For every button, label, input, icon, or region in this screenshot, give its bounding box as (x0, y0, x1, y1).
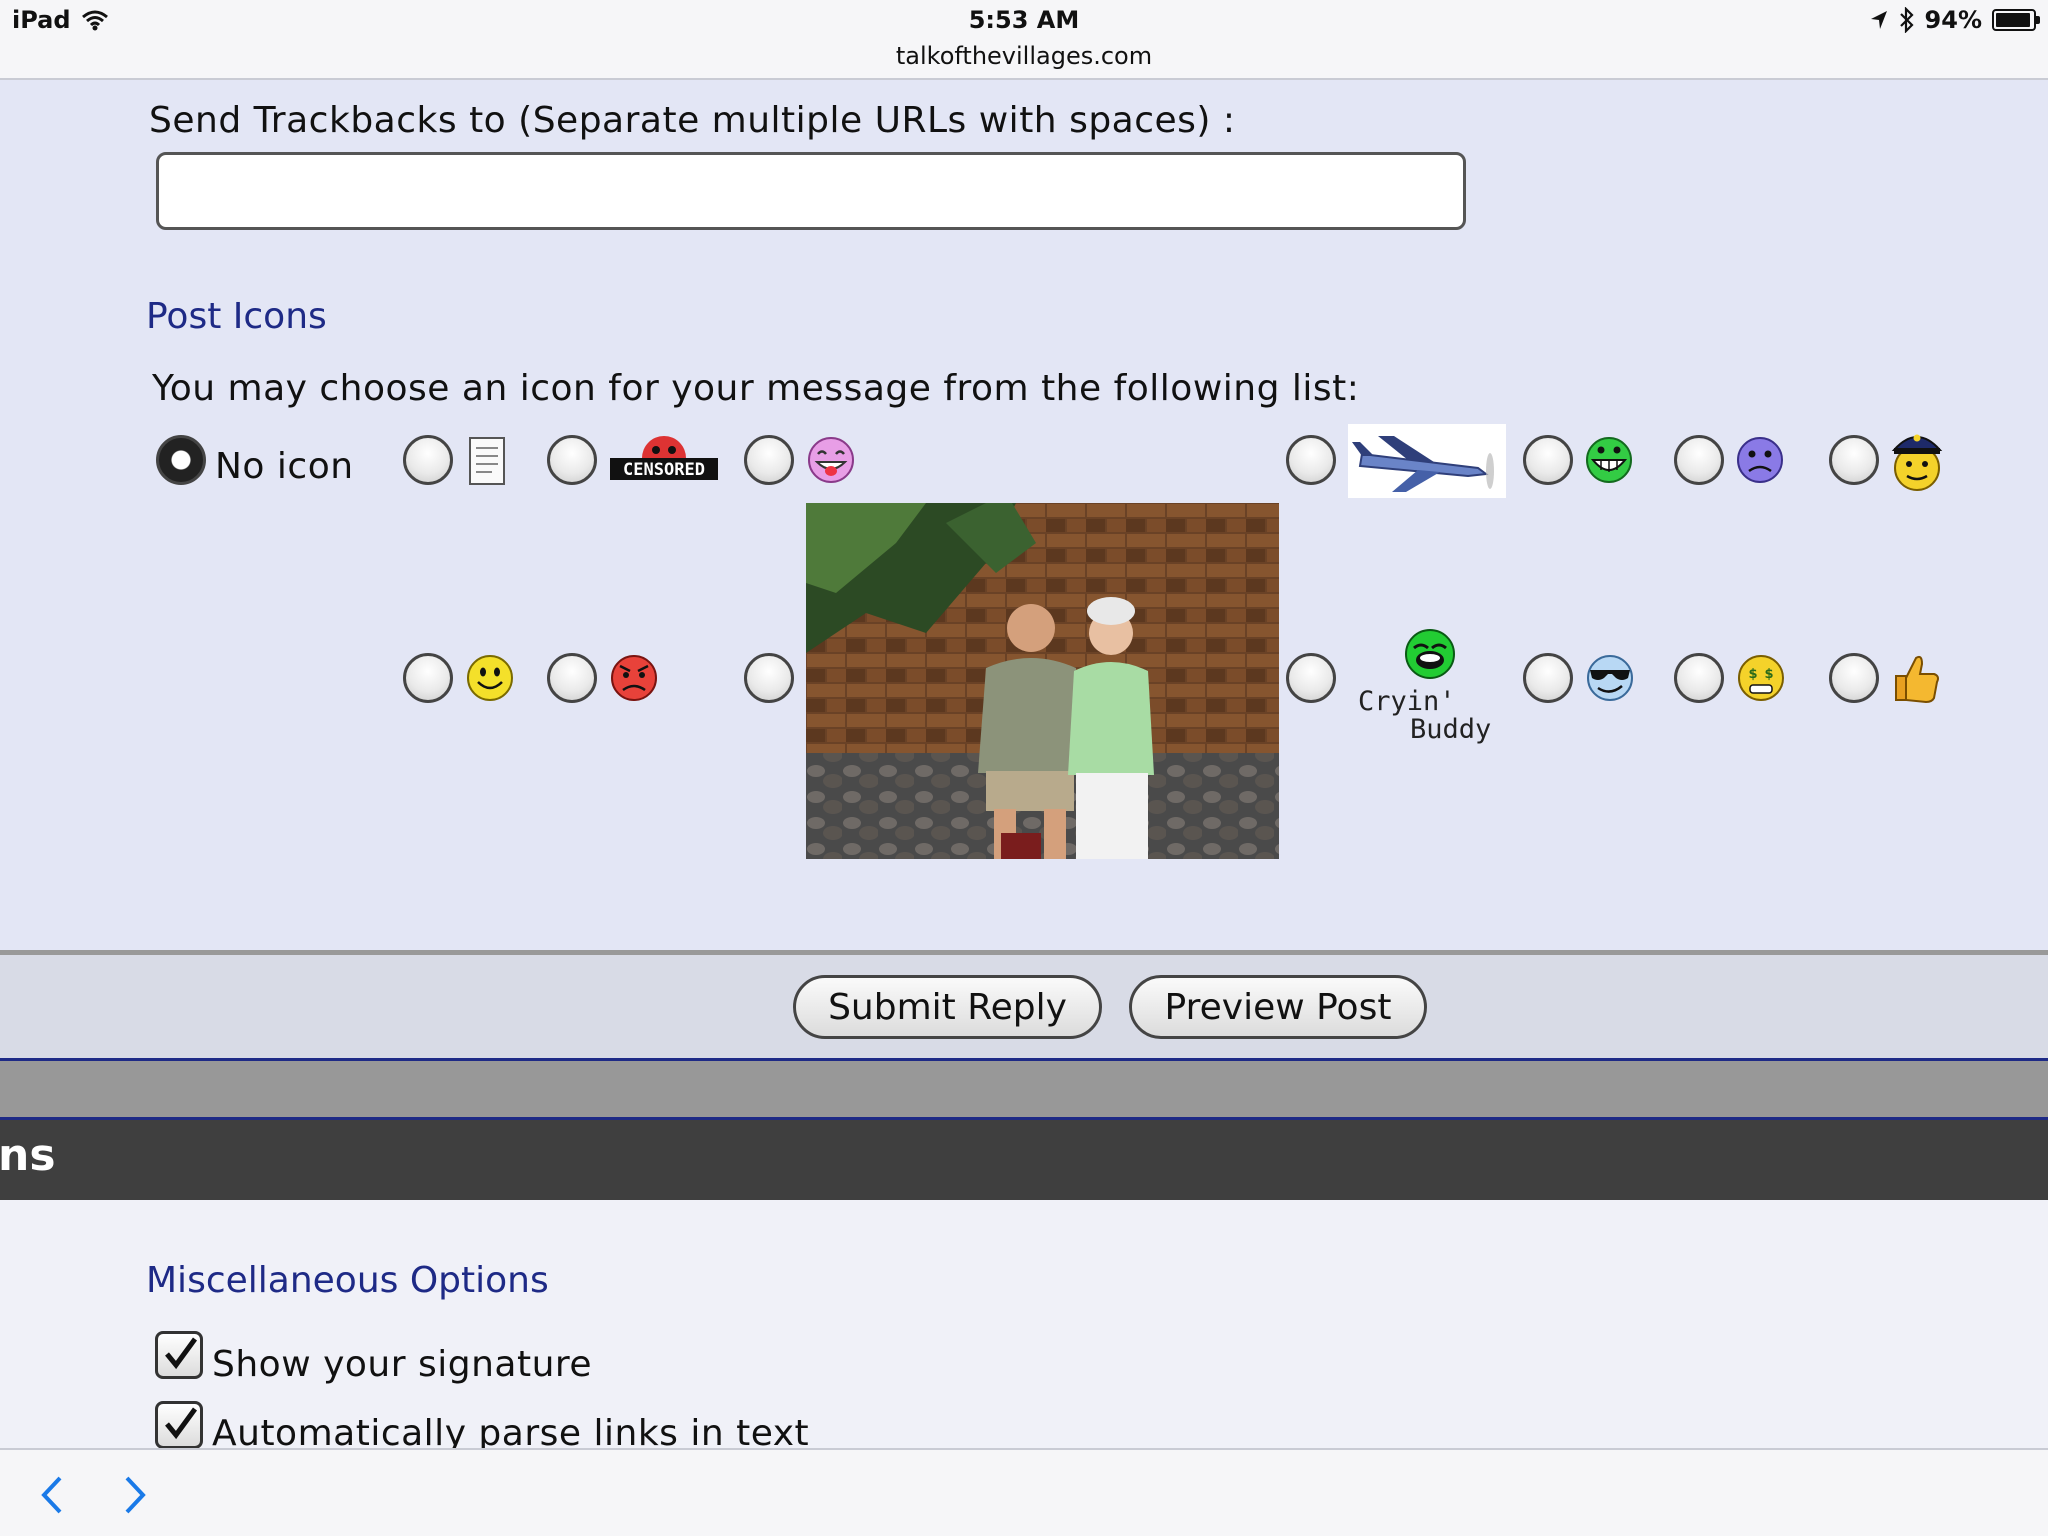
radio-cool[interactable] (1523, 653, 1573, 703)
battery-percent: 94% (1924, 6, 1982, 34)
buddy-text: Buddy (1410, 714, 1492, 745)
section-header: ns (0, 1120, 2048, 1200)
cool-sunglasses-icon (1587, 655, 1633, 701)
money-eyes-icon: $ $ (1738, 655, 1784, 701)
sad-purple-smiley-icon (1737, 437, 1783, 483)
section-header-text: ns (0, 1130, 56, 1181)
tongue-smiley-icon (808, 437, 854, 483)
radio-sad-purple[interactable] (1674, 435, 1724, 485)
airplane-icon (1348, 424, 1506, 498)
censored-icon: CENSORED (610, 436, 718, 480)
thumbs-up-icon (1895, 655, 1939, 704)
browser-toolbar (0, 1448, 2048, 1536)
cryin-buddy-icon: Cryin' Buddy (1354, 624, 1504, 754)
battery-fill (1996, 13, 2030, 27)
radio-grin[interactable] (1523, 435, 1573, 485)
radio-police[interactable] (1829, 435, 1879, 485)
radio-tongue[interactable] (744, 435, 794, 485)
status-right: 94% (1869, 6, 2040, 34)
radio-angry[interactable] (547, 653, 597, 703)
svg-text:$: $ (1748, 667, 1757, 682)
svg-text:$: $ (1764, 667, 1773, 682)
misc-options-title: Miscellaneous Options (146, 1260, 549, 1301)
smile-icon (467, 655, 513, 701)
show-signature-label: Show your signature (212, 1344, 593, 1385)
location-arrow-icon (1870, 11, 1887, 29)
post-icons-instruction: You may choose an icon for your message … (152, 368, 1360, 409)
page-url[interactable]: talkofthevillages.com (0, 42, 2048, 70)
checkbox-show-signature[interactable] (155, 1331, 203, 1379)
police-smiley-icon (1891, 434, 1943, 491)
trackbacks-input[interactable] (156, 152, 1466, 230)
status-bar: iPad 5:53 AM talkofthevillages.com 94% (0, 0, 2048, 80)
checkmark-icon (165, 1407, 198, 1440)
censored-text: CENSORED (623, 460, 705, 480)
forward-arrow-icon[interactable] (115, 1470, 155, 1520)
radio-photo[interactable] (744, 653, 794, 703)
gray-band (0, 1061, 2048, 1117)
grin-smiley-icon (1586, 437, 1632, 483)
radio-thumbs-up[interactable] (1829, 653, 1879, 703)
submit-reply-button[interactable]: Submit Reply (793, 975, 1102, 1039)
angry-icon (611, 655, 657, 701)
radio-censored[interactable] (547, 435, 597, 485)
crying-green-face-icon (1405, 629, 1455, 679)
status-time: 5:53 AM (968, 6, 1080, 34)
radio-airplane[interactable] (1286, 435, 1336, 485)
cryin-text: Cryin' (1358, 686, 1456, 717)
back-arrow-icon[interactable] (32, 1470, 72, 1520)
couple-photo-icon (806, 503, 1279, 859)
preview-post-button[interactable]: Preview Post (1129, 975, 1427, 1039)
post-icons-title: Post Icons (146, 296, 327, 337)
radio-document[interactable] (403, 435, 453, 485)
radio-smile[interactable] (403, 653, 453, 703)
document-icon (469, 437, 505, 485)
battery-icon (1992, 9, 2040, 31)
radio-money[interactable] (1674, 653, 1724, 703)
checkmark-icon (165, 1337, 198, 1370)
checkbox-parse-links[interactable] (155, 1401, 203, 1449)
radio-cryin-buddy[interactable] (1286, 653, 1336, 703)
no-icon-label: No icon (215, 446, 354, 487)
trackbacks-label: Send Trackbacks to (Separate multiple UR… (149, 100, 1236, 141)
radio-no-icon[interactable] (156, 435, 206, 485)
bluetooth-icon (1899, 7, 1914, 33)
